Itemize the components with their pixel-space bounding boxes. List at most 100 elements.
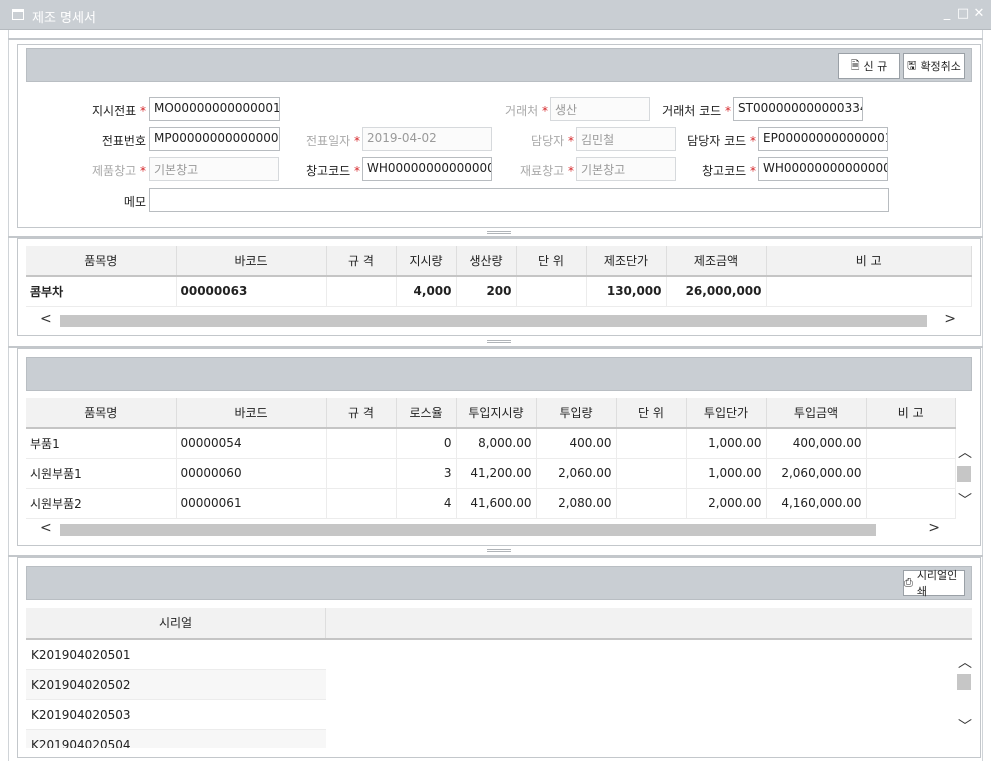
table-cell[interactable]: 부품1 bbox=[26, 428, 177, 459]
table-cell[interactable]: 콤부차 bbox=[26, 276, 177, 307]
table-row[interactable]: 시원부품2 00000061 4 41,600.00 2,080.00 2,000.00 4… bbox=[26, 488, 956, 519]
scroll-up-icon[interactable]: ︿ bbox=[958, 442, 972, 462]
scrollbar-thumb[interactable] bbox=[957, 466, 971, 482]
table-cell[interactable] bbox=[326, 428, 397, 459]
table-cell[interactable]: 00000061 bbox=[176, 488, 327, 519]
scroll-right-icon[interactable]: > bbox=[944, 311, 956, 327]
table-cell[interactable]: 시원부품2 bbox=[26, 488, 177, 519]
table-cell[interactable]: 4,160,000.00 bbox=[766, 488, 867, 519]
table-cell[interactable]: 2,060.00 bbox=[536, 458, 617, 489]
column-header[interactable]: 규 격 bbox=[326, 398, 397, 429]
list-item[interactable]: K201904020504 bbox=[26, 730, 326, 748]
table-cell[interactable]: 2,060,000.00 bbox=[766, 458, 867, 489]
slip-no-field[interactable]: MP000000000000009 bbox=[149, 127, 280, 151]
table-cell[interactable]: 41,600.00 bbox=[456, 488, 537, 519]
table-cell[interactable] bbox=[616, 488, 687, 519]
maximize-button[interactable]: □ bbox=[956, 6, 970, 21]
splitter-handle[interactable] bbox=[487, 231, 511, 234]
customer-code-field[interactable]: ST000000000000334 bbox=[733, 97, 863, 121]
table-cell[interactable] bbox=[616, 428, 687, 459]
product-warehouse-code-field[interactable]: WH000000000000001 bbox=[362, 157, 492, 181]
column-header[interactable]: 바코드 bbox=[176, 246, 327, 277]
table-cell[interactable]: 시원부품1 bbox=[26, 458, 177, 489]
table-cell[interactable]: 26,000,000 bbox=[666, 276, 767, 307]
column-header[interactable]: 품목명 bbox=[26, 246, 177, 277]
material-warehouse-code-label: 창고코드 * bbox=[702, 164, 756, 178]
material-vscroll[interactable]: ︿ ﹀ bbox=[956, 440, 972, 520]
table-cell[interactable] bbox=[326, 488, 397, 519]
table-cell[interactable] bbox=[866, 428, 956, 459]
scroll-down-icon[interactable]: ﹀ bbox=[958, 490, 972, 510]
column-header[interactable]: 바코드 bbox=[176, 398, 327, 429]
column-header[interactable]: 투입금액 bbox=[766, 398, 867, 429]
column-header[interactable]: 투입단가 bbox=[686, 398, 767, 429]
list-item[interactable]: K201904020501 bbox=[26, 640, 326, 670]
column-header[interactable]: 지시량 bbox=[396, 246, 457, 277]
column-header[interactable]: 단 위 bbox=[516, 246, 587, 277]
table-cell[interactable] bbox=[326, 276, 397, 307]
column-header[interactable]: 비 고 bbox=[866, 398, 956, 429]
table-cell[interactable]: 130,000 bbox=[586, 276, 667, 307]
table-cell[interactable]: 0 bbox=[396, 428, 457, 459]
column-header[interactable]: 투입량 bbox=[536, 398, 617, 429]
table-cell[interactable]: 2,080.00 bbox=[536, 488, 617, 519]
table-cell[interactable]: 4,000 bbox=[396, 276, 457, 307]
table-cell[interactable] bbox=[766, 276, 972, 307]
scrollbar-thumb[interactable] bbox=[957, 674, 971, 690]
scroll-up-icon[interactable]: ︿ bbox=[958, 652, 972, 672]
table-cell[interactable]: 400.00 bbox=[536, 428, 617, 459]
table-cell[interactable] bbox=[326, 458, 397, 489]
save-icon: 🖫 bbox=[907, 58, 917, 72]
scroll-right-icon[interactable]: > bbox=[928, 520, 940, 536]
table-row[interactable]: 부품1 00000054 0 8,000.00 400.00 1,000.00 400,00… bbox=[26, 428, 956, 459]
product-hscroll[interactable]: < > bbox=[26, 311, 972, 329]
manager-code-field[interactable]: EP000000000000001 bbox=[758, 127, 888, 151]
table-cell[interactable]: 2,000.00 bbox=[686, 488, 767, 519]
serial-vscroll[interactable]: ︿ ﹀ bbox=[956, 650, 972, 740]
serial-print-button[interactable]: ⎙ 시리얼인쇄 bbox=[903, 569, 965, 598]
splitter-handle[interactable] bbox=[487, 549, 511, 552]
table-row[interactable]: 시원부품1 00000060 3 41,200.00 2,060.00 1,000.00 2… bbox=[26, 458, 956, 489]
list-item[interactable]: K201904020502 bbox=[26, 670, 326, 700]
table-cell[interactable]: 8,000.00 bbox=[456, 428, 537, 459]
table-cell[interactable]: 200 bbox=[456, 276, 517, 307]
table-cell[interactable]: 00000063 bbox=[176, 276, 327, 307]
column-header[interactable]: 단 위 bbox=[616, 398, 687, 429]
memo-field[interactable] bbox=[149, 188, 889, 212]
table-cell[interactable]: 4 bbox=[396, 488, 457, 519]
scrollbar-thumb[interactable] bbox=[60, 524, 876, 536]
minimize-button[interactable]: _ bbox=[940, 6, 954, 21]
table-cell[interactable] bbox=[866, 458, 956, 489]
table-cell[interactable] bbox=[866, 488, 956, 519]
order-slip-field[interactable]: MO000000000000014 bbox=[149, 97, 280, 121]
list-item[interactable]: K201904020503 bbox=[26, 700, 326, 730]
table-cell[interactable] bbox=[516, 276, 587, 307]
table-cell[interactable]: 00000054 bbox=[176, 428, 327, 459]
column-header[interactable]: 제조단가 bbox=[586, 246, 667, 277]
cancel-confirm-button[interactable]: 🖫 확정취소 bbox=[903, 53, 965, 79]
column-header[interactable]: 로스율 bbox=[396, 398, 457, 429]
column-header[interactable]: 비 고 bbox=[766, 246, 972, 277]
table-cell[interactable]: 1,000.00 bbox=[686, 428, 767, 459]
scrollbar-thumb[interactable] bbox=[60, 315, 927, 327]
column-header[interactable]: 생산량 bbox=[456, 246, 517, 277]
column-header[interactable]: 투입지시량 bbox=[456, 398, 537, 429]
close-button[interactable]: ✕ bbox=[972, 6, 986, 21]
material-hscroll[interactable]: < > bbox=[26, 520, 972, 538]
table-cell[interactable] bbox=[616, 458, 687, 489]
column-header[interactable]: 규 격 bbox=[326, 246, 397, 277]
table-cell[interactable]: 00000060 bbox=[176, 458, 327, 489]
table-cell[interactable]: 1,000.00 bbox=[686, 458, 767, 489]
scroll-down-icon[interactable]: ﹀ bbox=[958, 716, 972, 736]
table-cell[interactable]: 400,000.00 bbox=[766, 428, 867, 459]
new-button[interactable]: 🗎 신 규 bbox=[838, 53, 900, 79]
column-header[interactable]: 품목명 bbox=[26, 398, 177, 429]
material-warehouse-code-field[interactable]: WH000000000000001 bbox=[758, 157, 888, 181]
table-cell[interactable]: 41,200.00 bbox=[456, 458, 537, 489]
scroll-left-icon[interactable]: < bbox=[40, 520, 52, 536]
scroll-left-icon[interactable]: < bbox=[40, 311, 52, 327]
table-cell[interactable]: 3 bbox=[396, 458, 457, 489]
table-row[interactable]: 콤부차 00000063 4,000 200 130,000 26,000,000 bbox=[26, 276, 972, 307]
splitter-handle[interactable] bbox=[487, 340, 511, 343]
column-header[interactable]: 제조금액 bbox=[666, 246, 767, 277]
